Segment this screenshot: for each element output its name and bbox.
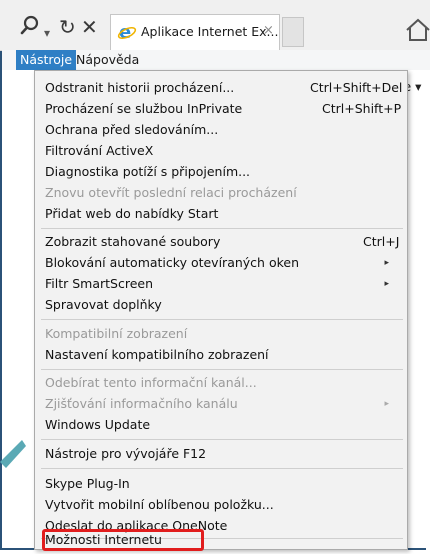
menu-item-shortcut: Ctrl+Shift+P [322,101,402,116]
arrow-decoration [0,440,26,468]
menu-item-label: Procházení se službou InPrivate [45,101,243,116]
menu-item-label: Zobrazit stahované soubory [45,234,221,249]
menu-item-label: Přidat web do nabídky Start [45,206,219,221]
submenu-arrow-icon: ▸ [384,399,389,409]
menu-item-smartscreen[interactable]: Filtr SmartScreen ▸ [45,274,403,294]
menu-item-manage-addons[interactable]: Spravovat doplňky [45,295,403,315]
search-icon[interactable] [20,15,40,37]
menu-item-popup-blocker[interactable]: Blokování automaticky otevíraných oken ▸ [45,253,403,273]
tab-title: Aplikace Internet Ex... [141,24,279,39]
menu-separator [41,228,403,229]
menu-item-label: Nástroje pro vývojáře F12 [45,446,207,461]
menu-item-label: Odebírat tento informační kanál... [45,375,257,390]
menu-item-label: Windows Update [45,417,151,432]
menu-item-mobile-favorite[interactable]: Vytvořit mobilní oblíbenou položku... [45,495,403,515]
menu-item-reopen-session: Znovu otevřít poslední relaci procházení [45,183,403,203]
menu-help[interactable]: Nápověda [72,50,143,70]
menu-bar: Nástroje Nápověda [2,50,430,70]
menu-item-compatibility-settings[interactable]: Nastavení kompatibilního zobrazení [45,345,403,365]
menu-item-label: Filtrování ActiveX [45,143,154,158]
menu-tools[interactable]: Nástroje [16,50,77,70]
menu-separator [41,319,403,320]
menu-item-tracking-protection[interactable]: Ochrana před sledováním... [45,120,403,140]
refresh-icon[interactable]: ↻ [59,16,76,38]
menu-item-windows-update[interactable]: Windows Update [45,415,403,435]
menu-item-label: Kompatibilní zobrazení [45,326,188,341]
menu-item-skype-plugin[interactable]: Skype Plug-In [45,474,403,494]
new-tab-button[interactable] [282,17,304,47]
toolbar: ▾ ↻ ✕ e Aplikace Internet Ex... × [0,0,430,51]
menu-item-subscribe-feed: Odebírat tento informační kanál... [45,373,403,393]
menu-item-label: Odstranit historii procházení... [45,80,235,95]
tools-dropdown-menu: Odstranit historii procházení... Ctrl+Sh… [34,70,408,551]
menu-item-feed-discovery: Zjišťování informačního kanálu ▸ [45,394,403,414]
menu-item-inprivate[interactable]: Procházení se službou InPrivate Ctrl+Shi… [45,99,403,119]
menu-item-add-to-start[interactable]: Přidat web do nabídky Start [45,204,403,224]
browser-tab[interactable]: e Aplikace Internet Ex... × [110,14,280,50]
menu-item-label: Blokování automaticky otevíraných oken [45,255,299,270]
menu-item-f12-tools[interactable]: Nástroje pro vývojáře F12 [45,444,403,464]
menu-item-label: Spravovat doplňky [45,297,162,312]
search-icon-graphic [20,15,39,35]
tab-close-icon[interactable]: × [263,23,274,38]
menu-item-label: Filtr SmartScreen [45,276,154,291]
menu-item-label: Ochrana před sledováním... [45,122,219,137]
menu-item-label: Vytvořit mobilní oblíbenou položku... [45,497,274,512]
stop-icon[interactable]: ✕ [81,16,98,38]
menu-item-label: Diagnostika potíží s připojením... [45,164,251,179]
menu-item-label: Zjišťování informačního kanálu [45,396,238,411]
home-icon[interactable] [404,14,430,44]
submenu-arrow-icon: ▸ [384,279,389,289]
menu-separator [41,439,403,440]
menu-item-shortcut: Ctrl+Shift+Del [310,80,403,95]
menu-item-label: Skype Plug-In [45,476,130,491]
menu-item-compatibility-view: Kompatibilní zobrazení [45,324,403,344]
menu-item-connection-diagnostics[interactable]: Diagnostika potíží s připojením... [45,162,403,182]
menu-separator [41,468,403,469]
internet-explorer-icon: e [117,22,137,42]
menu-item-view-downloads[interactable]: Zobrazit stahované soubory Ctrl+J [45,232,403,252]
menu-item-label: Znovu otevřít poslední relaci procházení [45,185,297,200]
menu-separator [41,369,403,370]
menu-item-delete-history[interactable]: Odstranit historii procházení... Ctrl+Sh… [45,78,403,98]
menu-item-activex-filtering[interactable]: Filtrování ActiveX [45,141,403,161]
menu-item-shortcut: Ctrl+J [363,234,400,249]
highlight-box [42,529,204,551]
menu-item-label: Nastavení kompatibilního zobrazení [45,347,269,362]
home-icon-graphic [406,18,430,41]
search-dropdown-icon[interactable]: ▾ [44,22,50,44]
submenu-arrow-icon: ▸ [384,258,389,268]
